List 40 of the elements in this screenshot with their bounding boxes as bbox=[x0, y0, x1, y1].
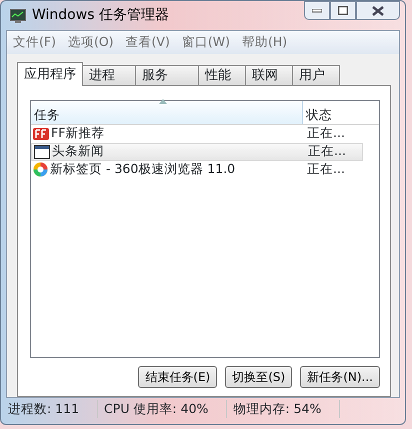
tab[interactable]: 联网 bbox=[245, 64, 293, 85]
menu-item[interactable]: 窗口(W) bbox=[182, 33, 230, 52]
action-button[interactable]: 新任务(N)... bbox=[300, 366, 380, 388]
task-name: 新标签页 - 360极速浏览器 11.0 bbox=[50, 160, 236, 178]
task-status: 正在... bbox=[307, 142, 346, 160]
colour-wheel-icon bbox=[33, 162, 48, 178]
task-name: 头条新闻 bbox=[52, 142, 104, 160]
app-icon bbox=[10, 8, 26, 22]
tab[interactable]: 进程 bbox=[82, 64, 136, 85]
menu-item[interactable]: 查看(V) bbox=[126, 33, 170, 52]
close-button[interactable] bbox=[356, 1, 400, 20]
menu-item[interactable]: 选项(O) bbox=[68, 33, 114, 52]
window-title: Windows 任务管理器 bbox=[32, 6, 169, 25]
tab[interactable]: 性能 bbox=[198, 64, 246, 85]
action-button[interactable]: 结束任务(E) bbox=[138, 366, 218, 388]
menu-item[interactable]: 文件(F) bbox=[13, 33, 56, 52]
task-name: FF新推荐 bbox=[51, 124, 104, 142]
tab[interactable]: 服务 bbox=[135, 64, 199, 85]
status-text: CPU 使用率: 40% bbox=[104, 400, 228, 418]
action-button[interactable]: 切换至(S) bbox=[225, 366, 292, 388]
status-text: 物理内存: 54% bbox=[233, 400, 340, 418]
ff-logo-icon bbox=[33, 128, 49, 140]
minimize-icon bbox=[312, 8, 322, 12]
task-status: 正在... bbox=[306, 160, 345, 178]
minimize-button[interactable] bbox=[304, 1, 330, 20]
close-icon bbox=[372, 6, 384, 16]
table-row[interactable]: 新标签页 - 360极速浏览器 11.0 正在... bbox=[31, 160, 379, 179]
tab[interactable]: 应用程序 bbox=[17, 62, 83, 86]
maximize-button[interactable] bbox=[330, 1, 356, 20]
menu-item[interactable]: 帮助(H) bbox=[242, 33, 288, 52]
maximize-icon bbox=[338, 6, 348, 15]
window-icon bbox=[34, 144, 50, 159]
table-row[interactable]: 头条新闻 正在... bbox=[31, 142, 363, 161]
sort-arrow-icon bbox=[159, 98, 167, 104]
table-row[interactable]: FF新推荐 正在... bbox=[31, 124, 379, 143]
tab[interactable]: 用户 bbox=[292, 64, 340, 85]
status-text: 进程数: 111 bbox=[8, 400, 98, 418]
column-header[interactable]: 状态 bbox=[303, 100, 335, 124]
task-status: 正在... bbox=[306, 124, 345, 142]
column-header[interactable]: 任务 bbox=[31, 100, 303, 124]
